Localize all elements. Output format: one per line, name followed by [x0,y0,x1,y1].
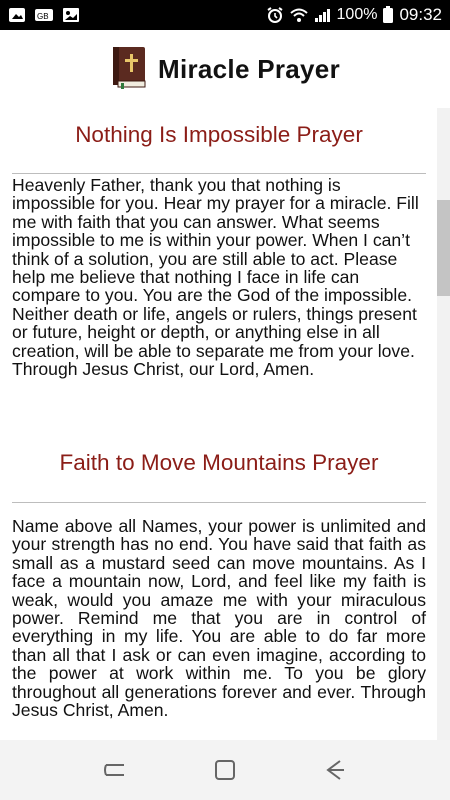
recent-apps-button[interactable] [95,750,135,790]
divider [12,502,426,503]
app-header: Miracle Prayer [0,30,450,108]
prayer-text: Heavenly Father, thank you that nothing … [12,175,419,380]
prayer-title: Nothing Is Impossible Prayer [75,122,363,147]
news-icon: GB [34,7,54,23]
scrollbar-thumb[interactable] [437,200,450,296]
status-time: 09:32 [399,5,442,24]
image-icon [8,7,26,23]
status-right-icons: 100% 09:32 [266,5,442,25]
divider [12,173,426,174]
battery-percent: 100% [336,6,378,23]
bible-icon [110,45,148,94]
status-left-icons: GB [8,7,80,23]
back-icon [326,760,344,780]
prayer-title: Faith to Move Mountains Prayer [59,450,379,475]
back-button[interactable] [315,750,355,790]
battery-icon [382,6,394,24]
prayer-text: Name above all Names, your power is unli… [12,516,426,721]
home-button[interactable] [205,750,245,790]
recent-apps-icon [104,764,124,776]
gallery-icon [62,7,80,23]
status-bar: GB 100% 09:32 [0,0,450,30]
wifi-icon [289,7,309,23]
alarm-icon [266,6,284,24]
prayer-content[interactable]: Nothing Is Impossible Prayer Heavenly Fa… [0,108,450,740]
app-title: Miracle Prayer [158,53,340,84]
home-icon [215,760,235,780]
signal-icon [314,7,332,23]
svg-text:GB: GB [37,12,49,21]
navigation-bar [0,740,450,800]
